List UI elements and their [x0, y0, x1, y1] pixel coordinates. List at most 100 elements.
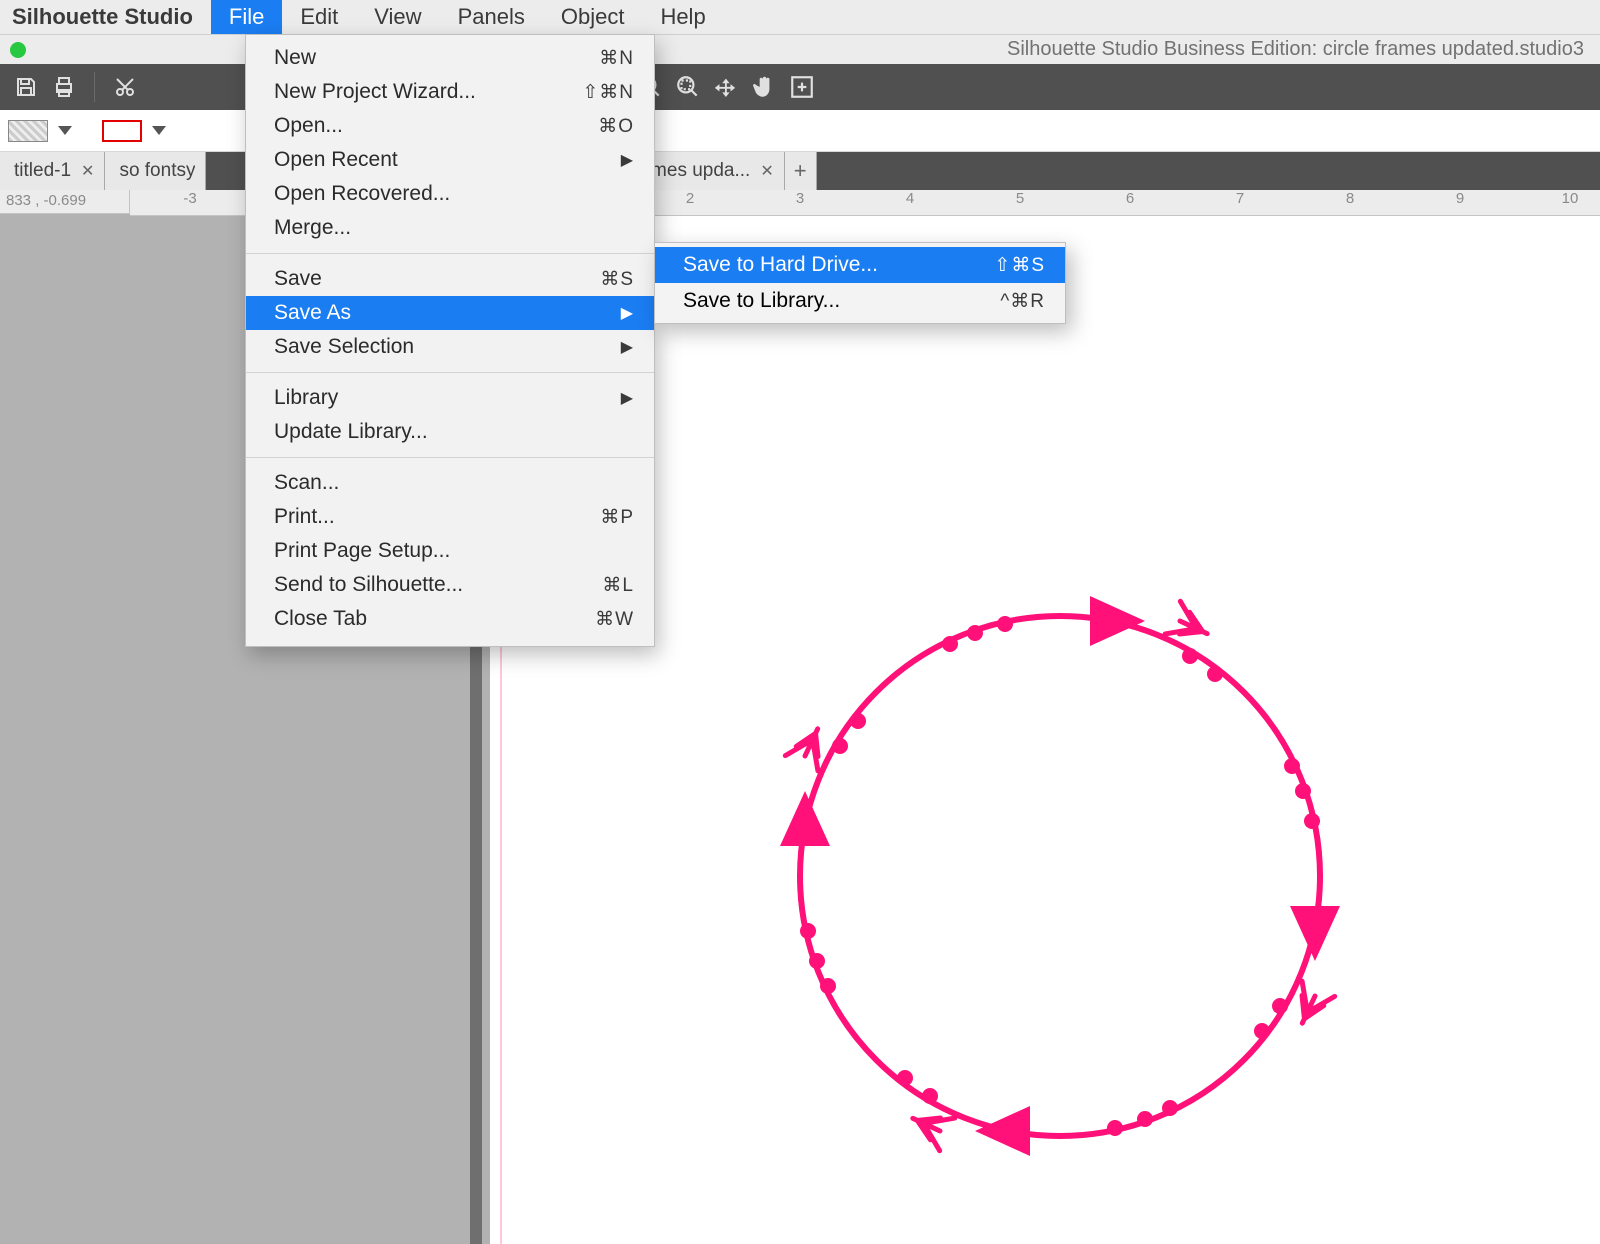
menu-item-label: New: [274, 46, 316, 70]
tab-1[interactable]: titled-1 ✕: [0, 152, 105, 190]
titlebar: Silhouette Studio Business Edition: circ…: [0, 34, 1600, 64]
menu-shortcut: ⌘S: [600, 268, 634, 291]
close-icon[interactable]: ✕: [760, 161, 773, 181]
traffic-light-green[interactable]: [10, 42, 26, 58]
menu-item-merge[interactable]: Merge...: [246, 211, 654, 245]
submenu-item-label: Save to Hard Drive...: [683, 253, 878, 277]
ruler-tick: 8: [1346, 190, 1354, 207]
menu-item-label: Open...: [274, 114, 343, 138]
document-tabs: titled-1 ✕ so fontsy ames upda... ✕ +: [0, 152, 1600, 190]
menu-item-label: Save: [274, 267, 322, 291]
design-circle-arrow-frame[interactable]: [760, 576, 1360, 1176]
zoom-drag-icon[interactable]: [708, 69, 744, 105]
menu-item-print-page-setup[interactable]: Print Page Setup...: [246, 534, 654, 568]
menu-item-label: Library: [274, 386, 338, 410]
menu-item-new-project-wizard[interactable]: New Project Wizard... ⇧⌘N: [246, 75, 654, 109]
fill-dropdown-icon[interactable]: [58, 126, 72, 135]
tab-label: titled-1: [14, 160, 71, 182]
menu-item-label: Send to Silhouette...: [274, 573, 463, 597]
tab-label: ames upda...: [640, 160, 750, 182]
menu-item-save-as[interactable]: Save As ▶: [246, 296, 654, 330]
fit-page-icon[interactable]: [784, 69, 820, 105]
new-tab-button[interactable]: +: [785, 152, 817, 190]
menu-item-scan[interactable]: Scan...: [246, 466, 654, 500]
menu-separator: [246, 372, 654, 373]
submenu-item-save-to-hard-drive[interactable]: Save to Hard Drive... ⇧⌘S: [655, 247, 1065, 283]
ruler-tick: 7: [1236, 190, 1244, 207]
toolbar-separator: [94, 72, 95, 102]
menu-item-label: Open Recent: [274, 148, 398, 172]
ruler-tick: -3: [183, 190, 196, 207]
menu-item-label: Print Page Setup...: [274, 539, 450, 563]
menu-item-label: New Project Wizard...: [274, 80, 476, 104]
tab-2[interactable]: so fontsy: [105, 152, 206, 190]
menu-item-label: Update Library...: [274, 420, 428, 444]
menu-view[interactable]: View: [356, 0, 439, 34]
menu-file[interactable]: File: [211, 0, 282, 34]
menu-shortcut: ⌘N: [599, 47, 634, 70]
menu-item-label: Close Tab: [274, 607, 367, 631]
menu-item-label: Merge...: [274, 216, 351, 240]
pan-hand-icon[interactable]: [746, 69, 782, 105]
submenu-arrow-icon: ▶: [621, 387, 634, 409]
menu-shortcut: ⇧⌘N: [582, 81, 634, 104]
menu-edit[interactable]: Edit: [282, 0, 356, 34]
fill-swatch[interactable]: [8, 120, 48, 142]
save-as-submenu: Save to Hard Drive... ⇧⌘S Save to Library.…: [654, 242, 1066, 324]
menu-item-new[interactable]: New ⌘N: [246, 41, 654, 75]
print-icon[interactable]: [46, 69, 82, 105]
cursor-coordinates: 833 , -0.699: [0, 190, 130, 214]
toolbar: [0, 64, 1600, 110]
menu-shortcut: ⇧⌘S: [994, 254, 1045, 277]
menu-shortcut: ⌘O: [598, 115, 634, 138]
menu-item-send-to-silhouette[interactable]: Send to Silhouette... ⌘L: [246, 568, 654, 602]
ruler-tick: 2: [686, 190, 694, 207]
app-name: Silhouette Studio: [0, 4, 211, 30]
menu-item-label: Save As: [274, 301, 351, 325]
ruler-tick: 3: [796, 190, 804, 207]
menu-shortcut: ⌘W: [595, 608, 634, 631]
submenu-item-label: Save to Library...: [683, 289, 840, 313]
line-dropdown-icon[interactable]: [152, 126, 166, 135]
menu-shortcut: ^⌘R: [1000, 290, 1045, 313]
file-menu-dropdown: New⌘NNew Project Wizard...⇧⌘NOpen...⌘OOp…: [245, 34, 655, 647]
submenu-item-save-to-library[interactable]: Save to Library... ^⌘R: [655, 283, 1065, 319]
submenu-arrow-icon: ▶: [621, 149, 634, 171]
menu-item-close-tab[interactable]: Close Tab ⌘W: [246, 602, 654, 636]
save-icon[interactable]: [8, 69, 44, 105]
menu-item-save[interactable]: Save ⌘S: [246, 262, 654, 296]
canvas-area[interactable]: [0, 216, 1600, 1244]
menu-shortcut: ⌘P: [600, 506, 634, 529]
menu-item-print[interactable]: Print... ⌘P: [246, 500, 654, 534]
options-strip: [0, 110, 1600, 152]
menu-separator: [246, 253, 654, 254]
menubar: Silhouette Studio File Edit View Panels …: [0, 0, 1600, 34]
line-color-swatch[interactable]: [102, 120, 142, 142]
ruler-tick: 9: [1456, 190, 1464, 207]
menu-item-open-recovered[interactable]: Open Recovered...: [246, 177, 654, 211]
menu-item-label: Save Selection: [274, 335, 414, 359]
menu-item-save-selection[interactable]: Save Selection ▶: [246, 330, 654, 364]
menu-item-label: Open Recovered...: [274, 182, 450, 206]
zoom-selection-icon[interactable]: [670, 69, 706, 105]
menu-object[interactable]: Object: [543, 0, 643, 34]
menu-item-open[interactable]: Open... ⌘O: [246, 109, 654, 143]
menu-item-open-recent[interactable]: Open Recent ▶: [246, 143, 654, 177]
menu-item-label: Print...: [274, 505, 335, 529]
menu-item-update-library[interactable]: Update Library...: [246, 415, 654, 449]
close-icon[interactable]: ✕: [81, 161, 94, 181]
cut-icon[interactable]: [107, 69, 143, 105]
menu-help[interactable]: Help: [642, 0, 723, 34]
menu-separator: [246, 457, 654, 458]
menu-shortcut: ⌘L: [602, 574, 634, 597]
menu-item-library[interactable]: Library ▶: [246, 381, 654, 415]
ruler-tick: 5: [1016, 190, 1024, 207]
ruler-tick: 10: [1562, 190, 1579, 207]
menu-panels[interactable]: Panels: [440, 0, 543, 34]
ruler-tick: 4: [906, 190, 914, 207]
menu-item-label: Scan...: [274, 471, 339, 495]
ruler-tick: 6: [1126, 190, 1134, 207]
tab-label: so fontsy: [119, 160, 195, 182]
submenu-arrow-icon: ▶: [621, 302, 634, 324]
submenu-arrow-icon: ▶: [621, 336, 634, 358]
